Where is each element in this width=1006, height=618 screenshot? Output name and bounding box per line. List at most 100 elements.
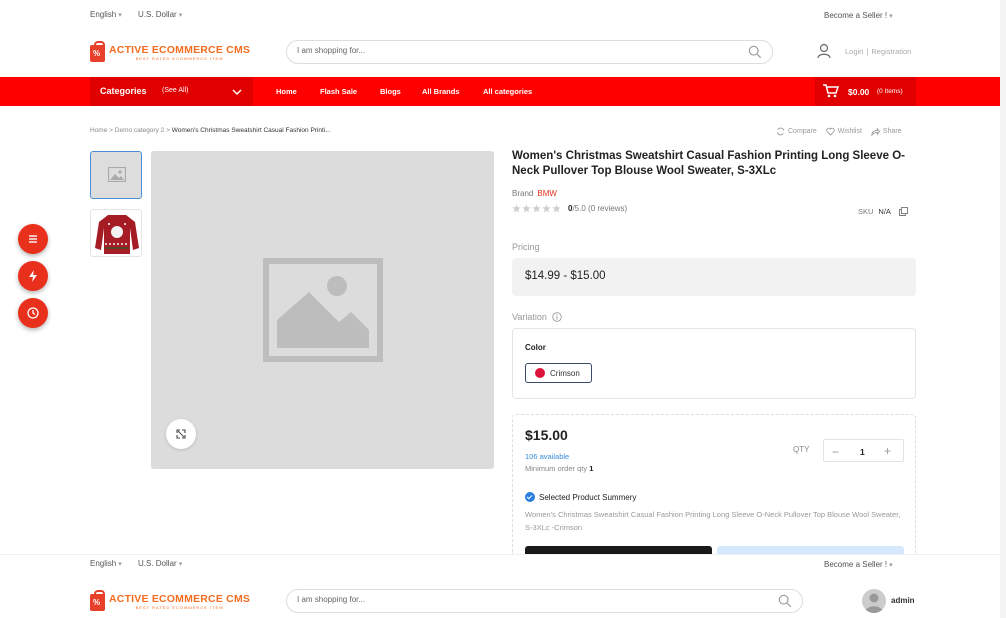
thumbnail-placeholder[interactable] [90,151,142,199]
chevron-down-icon[interactable] [231,86,243,98]
search-bar [286,40,773,64]
cart-button[interactable]: $0.00 (0 Items) [815,77,916,106]
info-icon[interactable] [552,312,562,322]
product-tools: Compare Wishlist Share [776,127,902,136]
stock-available: 106 available [525,452,570,461]
review-count[interactable]: (0 reviews) [588,204,627,213]
qty-label: QTY [793,445,810,454]
chevron-down-icon: ▾ [118,561,122,568]
expand-icon [176,429,186,439]
product-main-image[interactable] [151,151,494,469]
chevron-down-icon: ▾ [178,561,183,568]
top-bar: English ▾ U.S. Dollar ▾ Become a Seller ! ▾ [0,0,1006,32]
product-sku: SKU N/A [858,207,908,216]
breadcrumb-category[interactable]: Demo category 2 [115,127,165,134]
buy-now-button[interactable] [525,546,712,554]
search-icon[interactable] [748,45,762,59]
color-option-label: Crimson [550,368,580,378]
rating-stars [512,204,561,213]
image-placeholder-icon [108,167,126,182]
site-logo[interactable]: % ACTIVE ECOMMERCE CMS BEST RATED ECOMME… [90,40,251,64]
breadcrumb-current: Women's Christmas Sweatshirt Casual Fash… [171,127,331,134]
site-logo[interactable]: % ACTIVE ECOMMERCE CMS BEST RATED ECOMME… [90,589,251,613]
breadcrumb-home[interactable]: Home [90,127,107,134]
qty-decrease-button[interactable]: − [832,445,839,459]
variation-label: Variation [512,312,562,322]
product-title: Women's Christmas Sweatshirt Casual Fash… [512,150,905,177]
nav-all-categories[interactable]: All categories [483,87,532,96]
chevron-down-icon: ▾ [118,12,122,19]
qty-value[interactable]: 1 [860,447,865,457]
see-all-link[interactable]: (See All) [162,87,188,94]
star-icon [532,204,541,213]
share-button[interactable]: Share [871,127,902,136]
quantity-stepper: − 1 + [823,439,904,462]
list-icon [29,235,37,243]
thumbnail-sweater[interactable] [90,209,142,257]
sku-value: N/A [878,207,891,216]
logo-title: ACTIVE ECOMMERCE CMS [109,592,251,605]
user-name[interactable]: admin [891,596,915,605]
share-icon [871,127,880,136]
registration-link[interactable]: Registration [871,47,911,56]
search-icon[interactable] [778,594,792,608]
become-seller-link[interactable]: Become a Seller ! ▾ [824,560,893,569]
language-selector[interactable]: English ▾ [90,559,122,568]
menu-float-button[interactable] [18,224,48,254]
section-divider [0,554,1006,555]
cart-amount: $0.00 [848,87,870,97]
currency-selector[interactable]: U.S. Dollar ▾ [138,10,182,19]
become-seller-link[interactable]: Become a Seller ! ▾ [824,11,893,20]
history-float-button[interactable] [18,298,48,328]
product-brand: Brand BMW [512,189,557,198]
price-range: $14.99 - $15.00 [525,270,606,282]
wishlist-button[interactable]: Wishlist [826,127,862,136]
categories-label: Categories [100,86,147,96]
selected-summary-heading: Selected Product Summery [525,492,636,502]
search-bar [286,589,803,613]
zoom-button[interactable] [166,419,196,449]
chevron-down-icon: ▾ [178,12,183,19]
color-option-crimson[interactable]: Crimson [525,363,592,383]
user-avatar-icon [865,593,883,613]
search-input[interactable] [297,595,737,604]
user-icon[interactable] [816,43,832,59]
search-input[interactable] [297,46,737,55]
login-link[interactable]: Login [845,47,863,56]
flash-float-button[interactable] [18,261,48,291]
nav-home[interactable]: Home [276,87,297,96]
pricing-label: Pricing [512,242,540,252]
price-range-box: $14.99 - $15.00 [512,258,916,296]
categories-menu[interactable]: Categories (See All) [90,77,253,106]
compare-button[interactable]: Compare [776,127,817,136]
nav-flash-sale[interactable]: Flash Sale [320,87,357,96]
logo-title: ACTIVE ECOMMERCE CMS [109,43,251,56]
image-placeholder-icon [263,258,383,362]
language-selector[interactable]: English ▾ [90,10,122,19]
qty-increase-button[interactable]: + [884,444,891,458]
compare-icon [776,127,785,136]
auth-links: Login | Registration [845,47,912,56]
copy-icon[interactable] [898,207,908,216]
cart-items-count: (0 Items) [877,88,903,95]
logo-subtitle: BEST RATED ECOMMERCE ITEM [135,605,224,611]
star-icon [522,204,531,213]
chevron-down-icon: ▾ [889,562,893,569]
variation-box: Color Crimson [512,328,916,399]
star-icon [542,204,551,213]
scrollbar[interactable] [1000,0,1006,618]
lightning-icon [29,270,37,282]
star-icon [512,204,521,213]
add-to-cart-button[interactable] [717,546,904,554]
check-circle-icon [525,492,535,502]
heart-icon [826,127,835,136]
logo-subtitle: BEST RATED ECOMMERCE ITEM [135,56,224,62]
brand-link[interactable]: BMW [537,189,557,198]
currency-selector[interactable]: U.S. Dollar ▾ [138,559,182,568]
color-label: Color [525,343,546,352]
nav-blogs[interactable]: Blogs [380,87,401,96]
min-order-qty: Minimum order qty 1 [525,464,594,473]
nav-all-brands[interactable]: All Brands [422,87,460,96]
breadcrumb: Home > Demo category 2 > Women's Christm… [90,127,331,134]
avatar[interactable] [862,589,886,613]
